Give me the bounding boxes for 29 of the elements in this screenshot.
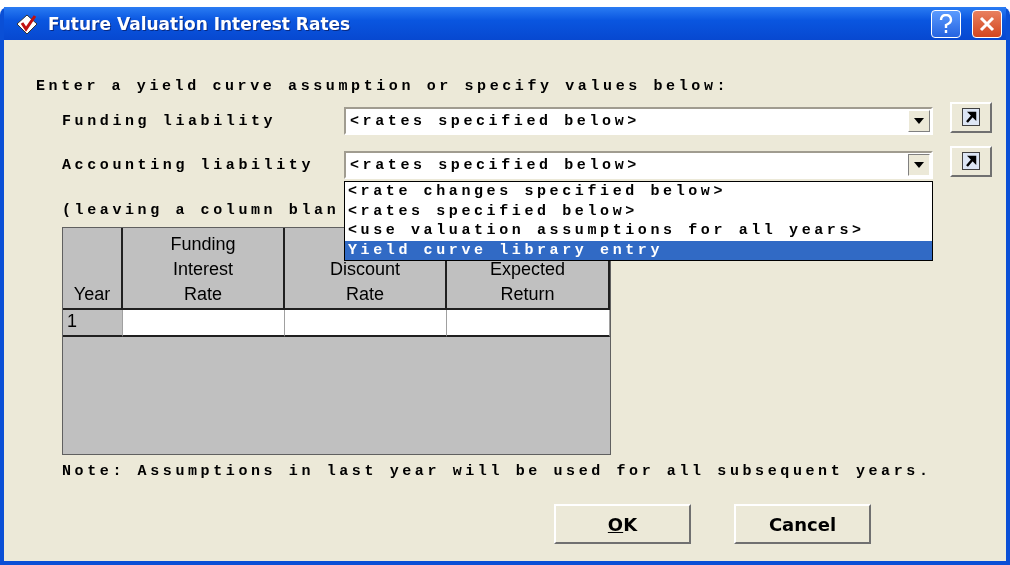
shortcut-button[interactable] bbox=[950, 145, 992, 177]
column-header: Year bbox=[63, 228, 123, 310]
help-button[interactable] bbox=[931, 9, 961, 38]
dropdown-field[interactable]: <rates specified below> bbox=[344, 151, 933, 179]
dialog-button[interactable]: OK bbox=[554, 504, 691, 544]
close-icon bbox=[979, 15, 995, 32]
dropdown-option[interactable]: Yield curve library entry bbox=[345, 240, 932, 260]
row-number: 1 bbox=[63, 310, 123, 337]
window-title: Future Valuation Interest Rates bbox=[48, 13, 352, 34]
close-button[interactable] bbox=[972, 9, 1002, 38]
hint-text: (leaving a column blan bbox=[62, 202, 340, 219]
question-mark-icon bbox=[938, 13, 954, 34]
dialog-button[interactable]: Cancel bbox=[734, 504, 871, 544]
table-cell[interactable] bbox=[285, 310, 447, 337]
dropdown-field[interactable]: <rates specified below> bbox=[344, 107, 933, 135]
caret-icon bbox=[914, 118, 924, 124]
shortcut-button[interactable] bbox=[950, 101, 992, 133]
field-label: Funding liability bbox=[62, 112, 278, 130]
shortcut-arrow-icon bbox=[962, 152, 980, 170]
note-text: Note: Assumptions in last year will be used for all subsequent years. bbox=[62, 463, 932, 480]
column-header: Funding Interest Rate bbox=[123, 228, 285, 310]
app-icon bbox=[16, 12, 40, 35]
table-cell[interactable] bbox=[447, 310, 610, 337]
shortcut-arrow-icon bbox=[962, 108, 980, 126]
instruction-text: Enter a yield curve assumption or specify values below: bbox=[36, 78, 730, 95]
table-cell[interactable] bbox=[123, 310, 285, 337]
field-label: Accounting liability bbox=[62, 156, 316, 174]
caret-icon bbox=[914, 162, 924, 168]
dropdown-button[interactable] bbox=[908, 154, 930, 176]
